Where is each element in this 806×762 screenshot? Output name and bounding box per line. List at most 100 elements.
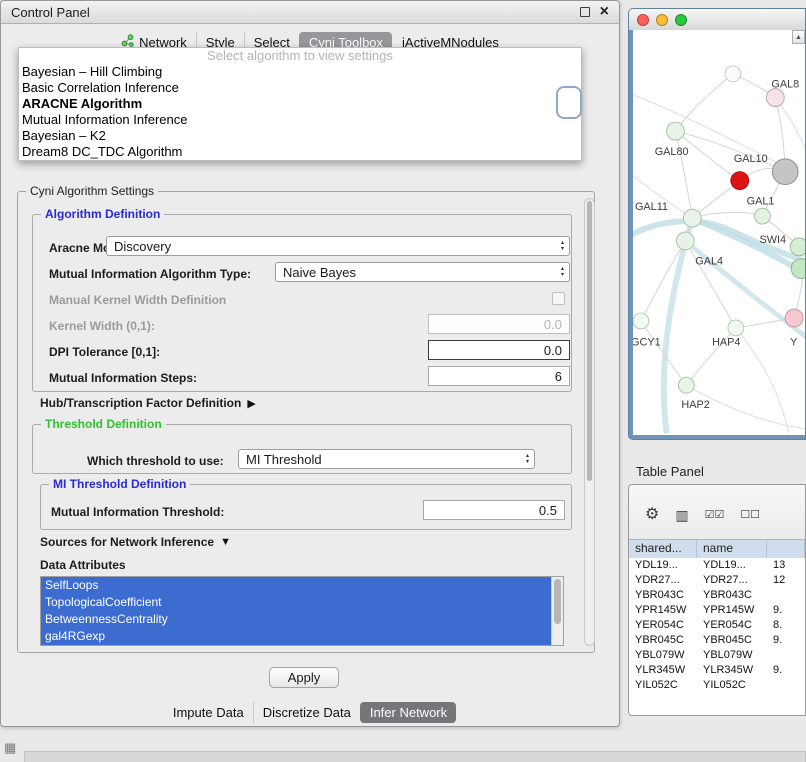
column-header-name[interactable]: name <box>697 540 767 558</box>
network-node-gal80[interactable] <box>667 122 685 140</box>
select-all-columns-icon[interactable]: ☑☑ <box>705 507 725 523</box>
network-edge[interactable] <box>692 212 762 218</box>
mi-type-select[interactable]: Naive Bayes ▴▾ <box>275 262 570 282</box>
network-node[interactable] <box>725 66 741 82</box>
sources-label: Sources for Network Inference <box>40 535 214 549</box>
network-node-gal10[interactable] <box>772 159 798 185</box>
table-cell: 8. <box>767 618 805 633</box>
tab-impute-data[interactable]: Impute Data <box>164 702 253 723</box>
algorithm-option-aracne-algorithm[interactable]: ARACNE Algorithm <box>19 96 581 112</box>
network-node-hap4[interactable] <box>728 320 744 336</box>
manual-kernel-checkbox[interactable] <box>552 292 565 305</box>
attribute-item-selfloops[interactable]: SelfLoops <box>41 577 551 594</box>
aracne-mode-select[interactable]: Discovery ▴▾ <box>106 236 570 256</box>
network-node-gal11[interactable] <box>683 209 701 227</box>
table-cell: YPR145W <box>697 603 767 618</box>
table-cell: YDR27... <box>629 573 697 588</box>
table-row[interactable]: YPR145WYPR145W9. <box>629 603 805 618</box>
which-threshold-value: MI Threshold <box>246 452 322 467</box>
table-cell <box>767 648 805 663</box>
network-node-gal4[interactable] <box>676 232 694 250</box>
scrollbar-thumb[interactable] <box>554 579 561 624</box>
close-icon[interactable]: × <box>600 6 609 18</box>
algorithm-option-mutual-information-inference[interactable]: Mutual Information Inference <box>19 112 581 128</box>
network-view-window: GAL8GAL80GAL10GAL1GAL11SWI4GAL4GCY1HAP4Y… <box>628 8 806 440</box>
network-edge[interactable] <box>676 74 733 131</box>
node-label-gal80: GAL80 <box>655 146 689 158</box>
tab-infer-network[interactable]: Infer Network <box>360 702 456 723</box>
attribute-item-gal4rgexp[interactable]: gal4RGexp <box>41 628 551 645</box>
up-arrow-icon: ▲ <box>795 34 802 41</box>
scroll-up-arrow[interactable]: ▲ <box>792 30 805 44</box>
scrollbar-thumb[interactable] <box>587 201 592 481</box>
algorithm-option-bayesian-hill-climbing[interactable]: Bayesian – Hill Climbing <box>19 64 581 80</box>
mi-threshold-definition-group: MI Threshold Definition Mutual Informati… <box>40 484 572 530</box>
algorithm-option-dream8-dc-tdc-algorithm[interactable]: Dream8 DC_TDC Algorithm <box>19 144 581 160</box>
table-row[interactable]: YDR27...YDR27...12 <box>629 573 805 588</box>
gear-icon[interactable]: ⚙ <box>645 507 659 523</box>
network-edge[interactable] <box>685 241 735 328</box>
network-canvas[interactable]: GAL8GAL80GAL10GAL1GAL11SWI4GAL4GCY1HAP4Y… <box>633 30 805 435</box>
combo-arrows-icon: ▴▾ <box>561 240 564 252</box>
algorithm-option-basic-correlation-inference[interactable]: Basic Correlation Inference <box>19 80 581 96</box>
cyni-mode-tab-bar: Impute DataDiscretize DataInfer Network <box>1 701 619 723</box>
threshold-definition-group: Threshold Definition Which threshold to … <box>32 424 572 474</box>
table-row[interactable]: YBR043CYBR043C <box>629 588 805 603</box>
apply-button-label: Apply <box>288 670 321 685</box>
network-node-gcy1[interactable] <box>633 313 649 329</box>
table-row[interactable]: YIL052CYIL052C <box>629 678 805 693</box>
table-row[interactable]: YBR045CYBR045C9. <box>629 633 805 648</box>
table-row[interactable]: YDL19...YDL19...13 <box>629 558 805 573</box>
network-edge[interactable] <box>676 131 693 218</box>
apply-button[interactable]: Apply <box>269 667 339 688</box>
network-edge[interactable] <box>676 131 786 172</box>
network-node[interactable] <box>755 208 771 224</box>
node-label-gal8: GAL8 <box>771 79 799 91</box>
node-label-gal4: GAL4 <box>695 256 723 268</box>
table-row[interactable]: YER054CYER054C8. <box>629 618 805 633</box>
which-threshold-select[interactable]: MI Threshold ▴▾ <box>238 449 535 469</box>
attribute-item-topologicalcoefficient[interactable]: TopologicalCoefficient <box>41 594 551 611</box>
columns-icon[interactable]: ▥ <box>675 507 688 523</box>
column-header-shared-[interactable]: shared... <box>629 540 697 558</box>
sources-disclosure[interactable]: Sources for Network Inference ▼ <box>40 535 231 549</box>
settings-group-title: Cyni Algorithm Settings <box>26 184 158 198</box>
table-cell: YER054C <box>629 618 697 633</box>
mi-steps-value: 6 <box>555 369 562 384</box>
node-label-hap2: HAP2 <box>681 399 709 411</box>
network-node[interactable] <box>791 259 805 279</box>
dpi-tolerance-field[interactable]: 0.0 <box>428 340 570 360</box>
table-cell: YLR345W <box>629 663 697 678</box>
table-row[interactable]: YLR345WYLR345W9. <box>629 663 805 678</box>
algorithm-option-bayesian-k2[interactable]: Bayesian – K2 <box>19 128 581 144</box>
node-label-gal1: GAL1 <box>747 195 775 207</box>
mi-threshold-field[interactable]: 0.5 <box>423 500 565 520</box>
network-node-swi4[interactable] <box>790 238 805 256</box>
tab-discretize-data[interactable]: Discretize Data <box>253 702 360 723</box>
minimize-traffic-light[interactable] <box>656 14 668 26</box>
attributes-scrollbar[interactable] <box>551 577 563 645</box>
table-cell: YDL19... <box>629 558 697 573</box>
network-node-gal1[interactable] <box>731 172 749 190</box>
column-header[interactable] <box>767 540 805 558</box>
network-node-y[interactable] <box>785 309 803 327</box>
algorithm-combobox-fragment[interactable] <box>556 86 582 119</box>
network-edge[interactable] <box>736 328 789 434</box>
settings-scrollbar[interactable] <box>584 198 595 646</box>
network-node-hap2[interactable] <box>678 377 694 393</box>
data-attributes-list: SelfLoopsTopologicalCoefficientBetweenne… <box>40 576 564 646</box>
minimized-panel-icon[interactable]: ▦ <box>4 740 16 756</box>
algorithm-definition-group: Algorithm Definition Aracne Mode: Discov… <box>32 214 572 392</box>
network-node-gal8[interactable] <box>766 89 784 107</box>
close-traffic-light[interactable] <box>637 14 649 26</box>
mi-steps-field[interactable]: 6 <box>428 366 570 386</box>
kernel-width-field[interactable]: 0.0 <box>428 314 570 334</box>
attribute-item-betweennesscentrality[interactable]: BetweennessCentrality <box>41 611 551 628</box>
mi-type-value: Naive Bayes <box>283 265 356 280</box>
table-row[interactable]: YBL079WYBL079W <box>629 648 805 663</box>
mi-threshold-value: 0.5 <box>539 503 557 518</box>
deselect-all-columns-icon[interactable]: ☐☐ <box>740 507 760 523</box>
zoom-traffic-light[interactable] <box>675 14 687 26</box>
float-window-icon[interactable] <box>580 7 590 17</box>
hub-definition-disclosure[interactable]: Hub/Transcription Factor Definition ▶ <box>40 396 256 410</box>
